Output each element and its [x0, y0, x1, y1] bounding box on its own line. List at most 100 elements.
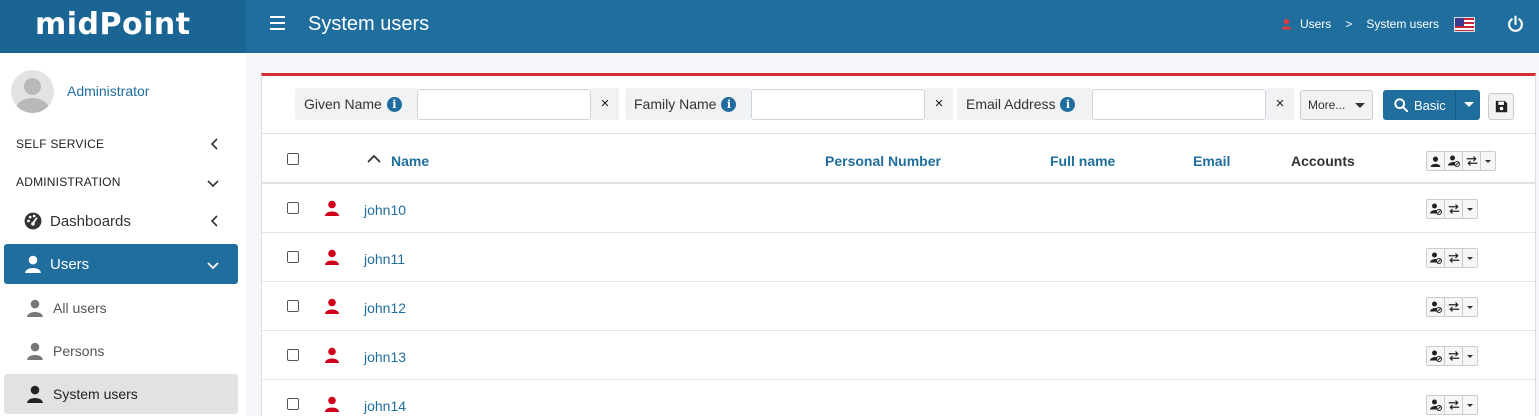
create-user-button[interactable]	[1427, 152, 1445, 170]
reconcile-button[interactable]	[1463, 152, 1481, 170]
given-name-input[interactable]	[417, 89, 591, 120]
family-name-input[interactable]	[751, 89, 925, 120]
disable-user-button[interactable]	[1427, 347, 1445, 365]
clear-given-name-button[interactable]: ×	[591, 88, 619, 120]
caret-down-icon	[1467, 403, 1473, 407]
sidebar-item-system-users[interactable]: System users	[4, 374, 238, 414]
chevron-left-icon	[210, 215, 218, 227]
row-checkbox[interactable]	[287, 349, 299, 361]
search-label-text: Family Name	[634, 96, 717, 112]
reconcile-button[interactable]	[1445, 298, 1463, 316]
reconcile-button[interactable]	[1445, 200, 1463, 218]
exchange-icon	[1466, 156, 1477, 166]
sidebar-item-all-users[interactable]: All users	[4, 288, 238, 328]
brand-logo[interactable]: midPoint	[0, 0, 246, 53]
us-flag-icon[interactable]	[1454, 17, 1475, 32]
search-bar: Given Name i × Family Name i × Email Addre…	[262, 76, 1535, 134]
more-actions-dropdown[interactable]	[1463, 249, 1477, 267]
clear-family-name-button[interactable]: ×	[925, 88, 953, 120]
sidebar-item-dashboards[interactable]: Dashboards	[4, 201, 238, 241]
caret-down-icon	[1467, 354, 1473, 358]
chevron-down-icon	[207, 262, 219, 270]
more-actions-dropdown[interactable]	[1463, 200, 1477, 218]
user-disable-icon	[1429, 399, 1442, 411]
breadcrumb: Users > System users	[1281, 17, 1439, 31]
clear-email-address-button[interactable]: ×	[1266, 88, 1294, 120]
info-icon[interactable]: i	[721, 96, 737, 112]
disable-user-button[interactable]	[1427, 298, 1445, 316]
header-actions-group	[1426, 151, 1496, 171]
column-header-full-name[interactable]: Full name	[1050, 153, 1115, 169]
more-actions-dropdown[interactable]	[1463, 347, 1477, 365]
power-icon[interactable]	[1507, 15, 1524, 33]
row-actions-group	[1426, 248, 1478, 268]
table-row: john14	[262, 380, 1535, 416]
info-icon[interactable]: i	[386, 96, 402, 112]
caret-down-icon	[1467, 207, 1473, 211]
more-actions-dropdown[interactable]	[1481, 152, 1495, 170]
breadcrumb-separator: >	[1345, 17, 1353, 31]
row-checkbox[interactable]	[287, 251, 299, 263]
table-row: john13	[262, 331, 1535, 380]
user-name-link[interactable]: Administrator	[67, 83, 149, 99]
menu-toggle-icon[interactable]	[270, 16, 285, 30]
sidebar-item-persons[interactable]: Persons	[4, 331, 238, 371]
chevron-left-icon[interactable]	[209, 138, 221, 150]
disable-user-button[interactable]	[1427, 396, 1445, 414]
search-basic-button[interactable]: Basic	[1383, 90, 1480, 120]
chevron-down-icon[interactable]	[207, 177, 219, 189]
column-header-personal-number[interactable]: Personal Number	[825, 153, 941, 169]
user-name-link[interactable]: john14	[364, 398, 406, 414]
row-actions-group	[1426, 346, 1478, 366]
page-title: System users	[308, 13, 430, 35]
sidebar-item-label: Persons	[53, 343, 105, 359]
row-checkbox[interactable]	[287, 300, 299, 312]
row-actions-group	[1426, 395, 1478, 415]
dashboard-icon	[24, 212, 42, 230]
section-self-service[interactable]: SELF SERVICE	[16, 137, 104, 151]
more-actions-dropdown[interactable]	[1463, 298, 1477, 316]
user-icon	[325, 249, 339, 265]
sidebar-item-users[interactable]: Users	[4, 244, 238, 284]
info-icon[interactable]: i	[1060, 96, 1076, 112]
caret-down-icon	[1355, 102, 1366, 108]
row-checkbox[interactable]	[287, 202, 299, 214]
save-search-button[interactable]	[1488, 93, 1514, 120]
reconcile-button[interactable]	[1445, 249, 1463, 267]
user-disable-icon	[1429, 350, 1442, 362]
disable-user-button[interactable]	[1445, 152, 1463, 170]
avatar[interactable]	[11, 70, 54, 113]
user-icon	[1281, 18, 1292, 30]
caret-down-icon	[1464, 102, 1474, 107]
select-all-checkbox[interactable]	[287, 153, 299, 165]
search-mode-dropdown[interactable]	[1455, 90, 1480, 120]
more-filters-button[interactable]: More...	[1300, 90, 1373, 120]
disable-user-button[interactable]	[1427, 200, 1445, 218]
column-header-name[interactable]: Name	[391, 153, 429, 169]
column-header-email[interactable]: Email	[1193, 153, 1230, 169]
email-address-input[interactable]	[1092, 89, 1266, 120]
user-disable-icon	[1429, 252, 1442, 264]
section-administration[interactable]: ADMINISTRATION	[16, 175, 121, 189]
user-name-link[interactable]: john10	[364, 202, 406, 218]
sidebar-item-label: System users	[53, 386, 138, 402]
reconcile-button[interactable]	[1445, 396, 1463, 414]
sidebar: Administrator SELF SERVICE ADMINISTRATIO…	[0, 53, 246, 416]
more-label: More...	[1308, 98, 1346, 112]
disable-user-button[interactable]	[1427, 249, 1445, 267]
sidebar-item-label: All users	[53, 300, 107, 316]
user-name-link[interactable]: john12	[364, 300, 406, 316]
more-actions-dropdown[interactable]	[1463, 396, 1477, 414]
search-label-given-name: Given Name i	[295, 88, 417, 120]
sidebar-item-label: Users	[50, 255, 90, 273]
reconcile-button[interactable]	[1445, 347, 1463, 365]
breadcrumb-users[interactable]: Users	[1300, 17, 1331, 31]
breadcrumb-system-users[interactable]: System users	[1366, 17, 1439, 31]
user-icon	[25, 255, 41, 273]
row-checkbox[interactable]	[287, 398, 299, 410]
user-name-link[interactable]: john11	[364, 251, 405, 267]
caret-down-icon	[1467, 256, 1473, 260]
column-header-accounts: Accounts	[1291, 153, 1355, 169]
user-name-link[interactable]: john13	[364, 349, 406, 365]
sort-ascending-icon[interactable]	[367, 154, 381, 164]
